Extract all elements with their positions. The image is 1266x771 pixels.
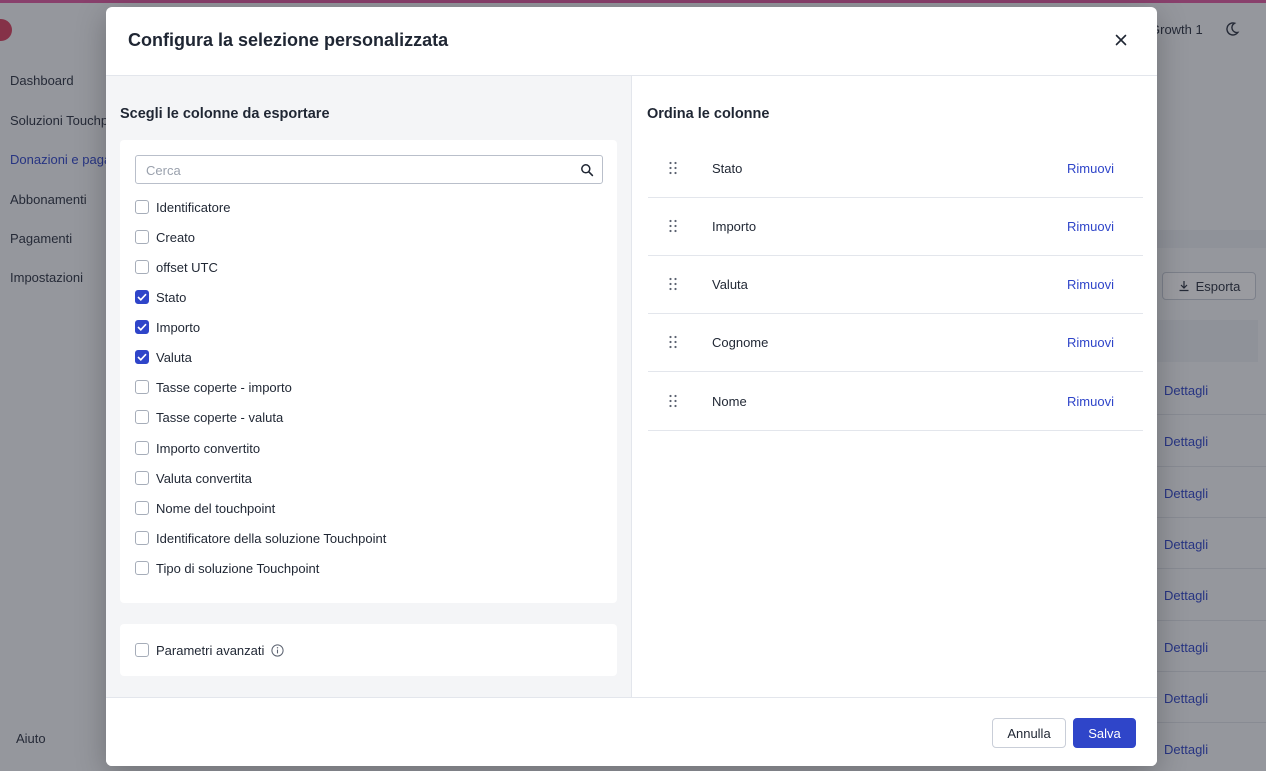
- advanced-params-card: Parametri avanzati: [120, 624, 617, 676]
- checkbox[interactable]: [135, 441, 149, 455]
- column-option-identificatore[interactable]: Identificatore: [135, 197, 230, 217]
- checkbox[interactable]: [135, 200, 149, 214]
- remove-link[interactable]: Rimuovi: [1067, 394, 1114, 409]
- check-icon: [137, 323, 147, 331]
- advanced-params-label: Parametri avanzati: [156, 642, 265, 658]
- remove-link[interactable]: Rimuovi: [1067, 161, 1114, 176]
- ordered-column-row[interactable]: Cognome Rimuovi: [648, 314, 1143, 372]
- ordered-column-row[interactable]: Stato Rimuovi: [648, 140, 1143, 198]
- checkbox-checked[interactable]: [135, 290, 149, 304]
- columns-card: Identificatore Creato offset UTC Stato: [120, 140, 617, 603]
- custom-selection-dialog: Configura la selezione personalizzata Sc…: [106, 7, 1157, 766]
- search-input[interactable]: [146, 161, 566, 179]
- column-option-stato[interactable]: Stato: [135, 287, 186, 307]
- column-option-valuta-convertita[interactable]: Valuta convertita: [135, 468, 252, 488]
- column-option-label: Tasse coperte - valuta: [156, 409, 284, 425]
- drag-handle-icon[interactable]: [668, 219, 678, 233]
- checkbox[interactable]: [135, 380, 149, 394]
- drag-handle-icon[interactable]: [668, 394, 678, 408]
- close-button[interactable]: [1110, 29, 1132, 51]
- remove-link[interactable]: Rimuovi: [1067, 277, 1114, 292]
- column-option-label: Stato: [156, 289, 187, 305]
- checkbox[interactable]: [135, 260, 149, 274]
- column-option-label: Valuta convertita: [156, 470, 252, 486]
- dialog-header: Configura la selezione personalizzata: [106, 7, 1157, 76]
- drag-handle-icon[interactable]: [668, 161, 678, 175]
- cancel-button[interactable]: Annulla: [992, 718, 1066, 748]
- ordered-column-label: Stato: [712, 161, 743, 176]
- ordered-column-label: Nome: [712, 394, 747, 409]
- column-option-label: Identificatore della soluzione Touchpoin…: [156, 530, 387, 546]
- column-option-tipo-soluzione-touchpoint[interactable]: Tipo di soluzione Touchpoint: [135, 558, 319, 578]
- columns-section-title: Scegli le colonne da esportare: [120, 106, 330, 122]
- dialog-title: Configura la selezione personalizzata: [128, 30, 449, 50]
- column-option-importo-convertito[interactable]: Importo convertito: [135, 438, 260, 458]
- column-option-label: Creato: [156, 229, 196, 245]
- column-option-label: Valuta: [156, 349, 192, 365]
- ordered-column-label: Cognome: [712, 335, 769, 350]
- checkbox[interactable]: [135, 531, 149, 545]
- column-option-creato[interactable]: Creato: [135, 227, 195, 247]
- ordered-column-label: Valuta: [712, 277, 748, 292]
- order-pane: Ordina le colonne Stato Rimuovi Importo …: [633, 76, 1157, 697]
- column-option-identificatore-soluzione-touchpoint[interactable]: Identificatore della soluzione Touchpoin…: [135, 528, 386, 548]
- column-option-label: Importo convertito: [156, 440, 261, 456]
- check-icon: [137, 353, 147, 361]
- column-option-label: Tipo di soluzione Touchpoint: [156, 560, 320, 576]
- column-option-label: Identificatore: [156, 199, 231, 215]
- ordered-column-row[interactable]: Importo Rimuovi: [648, 198, 1143, 256]
- info-icon[interactable]: [271, 643, 284, 657]
- advanced-params-option[interactable]: Parametri avanzati: [135, 640, 284, 660]
- check-icon: [137, 293, 147, 301]
- ordered-column-row[interactable]: Valuta Rimuovi: [648, 256, 1143, 314]
- drag-handle-icon[interactable]: [668, 335, 678, 349]
- dialog-footer: Annulla Salva: [106, 697, 1157, 766]
- checkbox[interactable]: [135, 471, 149, 485]
- ordered-column-label: Importo: [712, 219, 757, 234]
- close-icon: [1115, 34, 1127, 46]
- drag-handle-icon[interactable]: [668, 277, 678, 291]
- search-field[interactable]: [135, 155, 603, 184]
- column-option-tasse-coperte-valuta[interactable]: Tasse coperte - valuta: [135, 407, 283, 427]
- ordered-column-row[interactable]: Nome Rimuovi: [648, 373, 1143, 431]
- column-option-offset-utc[interactable]: offset UTC: [135, 257, 218, 277]
- remove-link[interactable]: Rimuovi: [1067, 335, 1114, 350]
- columns-pane: Scegli le colonne da esportare Identific…: [106, 76, 632, 697]
- checkbox[interactable]: [135, 230, 149, 244]
- checkbox[interactable]: [135, 561, 149, 575]
- column-option-label: Tasse coperte - importo: [156, 379, 292, 395]
- column-option-tasse-coperte-importo[interactable]: Tasse coperte - importo: [135, 377, 292, 397]
- checkbox[interactable]: [135, 501, 149, 515]
- column-option-label: offset UTC: [156, 259, 218, 275]
- column-option-nome-del-touchpoint[interactable]: Nome del touchpoint: [135, 498, 275, 518]
- checkbox-checked[interactable]: [135, 350, 149, 364]
- checkbox-checked[interactable]: [135, 320, 149, 334]
- save-button[interactable]: Salva: [1073, 718, 1136, 748]
- dialog-body: Scegli le colonne da esportare Identific…: [106, 76, 1157, 697]
- column-option-valuta[interactable]: Valuta: [135, 347, 192, 367]
- checkbox[interactable]: [135, 410, 149, 424]
- column-option-label: Nome del touchpoint: [156, 500, 276, 516]
- column-option-importo[interactable]: Importo: [135, 317, 200, 337]
- order-section-title: Ordina le colonne: [647, 106, 770, 122]
- search-icon[interactable]: [580, 163, 594, 177]
- remove-link[interactable]: Rimuovi: [1067, 219, 1114, 234]
- checkbox[interactable]: [135, 643, 149, 657]
- column-option-label: Importo: [156, 319, 201, 335]
